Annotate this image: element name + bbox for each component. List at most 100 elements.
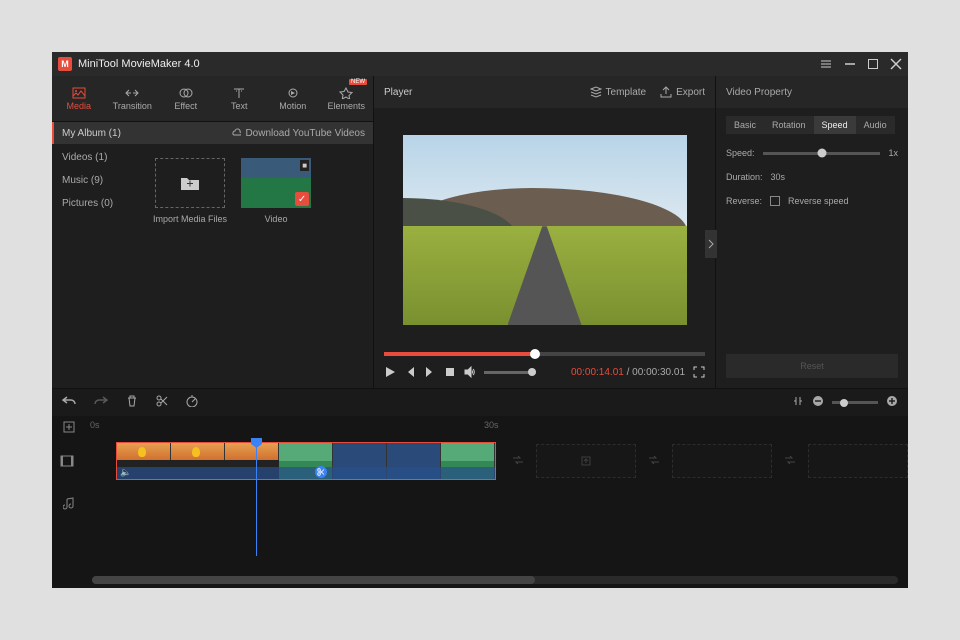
video-label: Video	[265, 214, 288, 224]
audio-track-icon[interactable]	[52, 497, 86, 511]
preview-viewport	[403, 135, 687, 325]
delete-button[interactable]	[126, 395, 138, 410]
expand-properties-button[interactable]	[705, 230, 717, 258]
effect-icon	[179, 87, 193, 99]
app-logo-icon: M	[58, 57, 72, 71]
tab-media[interactable]: Media	[52, 76, 106, 121]
undo-button[interactable]	[62, 395, 76, 410]
timeline-scrollbar[interactable]	[92, 576, 898, 584]
speed-value: 1x	[888, 148, 898, 158]
video-track-icon[interactable]	[52, 455, 82, 467]
player-panel: Player Template Export	[374, 76, 716, 388]
timeline: 0s 30s 🔈	[52, 416, 908, 588]
album-header: My Album (1) Download YouTube Videos	[52, 122, 373, 144]
reset-button[interactable]: Reset	[726, 354, 898, 378]
video-type-icon: ■	[300, 160, 309, 171]
source-tabs: Media Transition Effect Text Motion	[52, 76, 373, 122]
zoom-slider[interactable]	[832, 401, 878, 404]
stop-button[interactable]	[444, 366, 456, 378]
add-track-button[interactable]	[52, 421, 86, 433]
import-media-button[interactable]	[155, 158, 225, 208]
template-icon	[590, 86, 602, 98]
transition-slot-icon[interactable]	[648, 454, 660, 469]
zoom-out-button[interactable]	[812, 395, 824, 410]
prev-frame-button[interactable]	[404, 366, 416, 378]
clip-split-marker[interactable]	[315, 466, 327, 478]
ruler-mark-0: 0s	[90, 420, 100, 430]
video-clip[interactable]: 🔈	[116, 442, 496, 480]
motion-icon	[286, 87, 300, 99]
empty-clip-slot[interactable]	[672, 444, 772, 478]
text-icon	[232, 87, 246, 99]
maximize-button[interactable]	[868, 59, 878, 69]
fullscreen-button[interactable]	[693, 366, 705, 378]
reverse-check-label: Reverse speed	[788, 196, 849, 206]
volume-slider[interactable]	[484, 371, 536, 374]
export-icon	[660, 86, 672, 98]
edit-toolbar	[52, 388, 908, 416]
minimize-button[interactable]	[844, 58, 856, 70]
transition-slot-icon[interactable]	[784, 454, 796, 469]
duration-value: 30s	[771, 172, 786, 182]
transition-icon	[125, 87, 139, 99]
category-sidebar: Videos (1) Music (9) Pictures (0)	[52, 144, 147, 388]
category-music[interactable]: Music (9)	[52, 169, 147, 192]
media-thumbnail-video[interactable]: ■ ✓	[241, 158, 311, 208]
properties-title: Video Property	[716, 76, 908, 108]
empty-clip-slot[interactable]	[808, 444, 908, 478]
category-pictures[interactable]: Pictures (0)	[52, 192, 147, 215]
audio-track-body[interactable]	[86, 484, 908, 524]
properties-panel: Video Property Basic Rotation Speed Audi…	[716, 76, 908, 388]
player-label: Player	[384, 87, 412, 98]
play-button[interactable]	[384, 366, 396, 378]
duration-label: Duration:	[726, 172, 763, 182]
export-button[interactable]: Export	[660, 86, 705, 98]
import-label: Import Media Files	[153, 214, 227, 224]
tab-transition[interactable]: Transition	[106, 76, 160, 121]
clip-audio-icon: 🔈	[120, 467, 131, 478]
prop-tab-basic[interactable]: Basic	[726, 116, 764, 134]
time-ruler[interactable]: 0s 30s	[86, 416, 908, 438]
cloud-download-icon	[231, 128, 241, 138]
ruler-mark-30: 30s	[484, 420, 499, 430]
playhead[interactable]	[256, 438, 257, 556]
tab-elements[interactable]: Elements NEW	[320, 76, 374, 121]
next-frame-button[interactable]	[424, 366, 436, 378]
playback-progress[interactable]	[384, 352, 705, 356]
speed-slider[interactable]	[763, 152, 881, 155]
tab-motion[interactable]: Motion	[266, 76, 320, 121]
my-album-label[interactable]: My Album (1)	[62, 128, 121, 139]
time-display: 00:00:14.01 / 00:00:30.01	[571, 367, 685, 378]
template-button[interactable]: Template	[590, 86, 647, 98]
redo-button[interactable]	[94, 395, 108, 410]
folder-icon	[180, 175, 200, 191]
menu-icon[interactable]	[820, 58, 832, 70]
zoom-in-button[interactable]	[886, 395, 898, 410]
app-title: MiniTool MovieMaker 4.0	[78, 58, 200, 70]
close-button[interactable]	[890, 58, 902, 70]
speed-tool-button[interactable]	[186, 395, 198, 410]
playback-controls: 00:00:14.01 / 00:00:30.01	[374, 356, 715, 388]
prop-tab-speed[interactable]: Speed	[814, 116, 856, 134]
fit-button[interactable]	[792, 395, 804, 410]
prop-tab-audio[interactable]: Audio	[856, 116, 895, 134]
empty-clip-slot[interactable]	[536, 444, 636, 478]
media-panel: Media Transition Effect Text Motion	[52, 76, 374, 388]
split-button[interactable]	[156, 395, 168, 410]
title-bar: M MiniTool MovieMaker 4.0	[52, 52, 908, 76]
media-icon	[72, 87, 86, 99]
reverse-checkbox[interactable]	[770, 196, 780, 206]
download-youtube-button[interactable]: Download YouTube Videos	[231, 128, 365, 139]
tab-effect[interactable]: Effect	[159, 76, 213, 121]
transition-slot-icon[interactable]	[512, 454, 524, 469]
current-time: 00:00:14.01	[571, 367, 624, 378]
category-videos[interactable]: Videos (1)	[52, 146, 147, 169]
reverse-label: Reverse:	[726, 196, 762, 206]
new-badge: NEW	[349, 79, 367, 85]
tab-text[interactable]: Text	[213, 76, 267, 121]
media-grid: Import Media Files ■ ✓ Video	[147, 144, 373, 388]
selected-check-icon: ✓	[295, 192, 309, 206]
app-window: M MiniTool MovieMaker 4.0 Media Transiti…	[52, 52, 908, 588]
prop-tab-rotation[interactable]: Rotation	[764, 116, 814, 134]
volume-icon[interactable]	[464, 366, 476, 378]
